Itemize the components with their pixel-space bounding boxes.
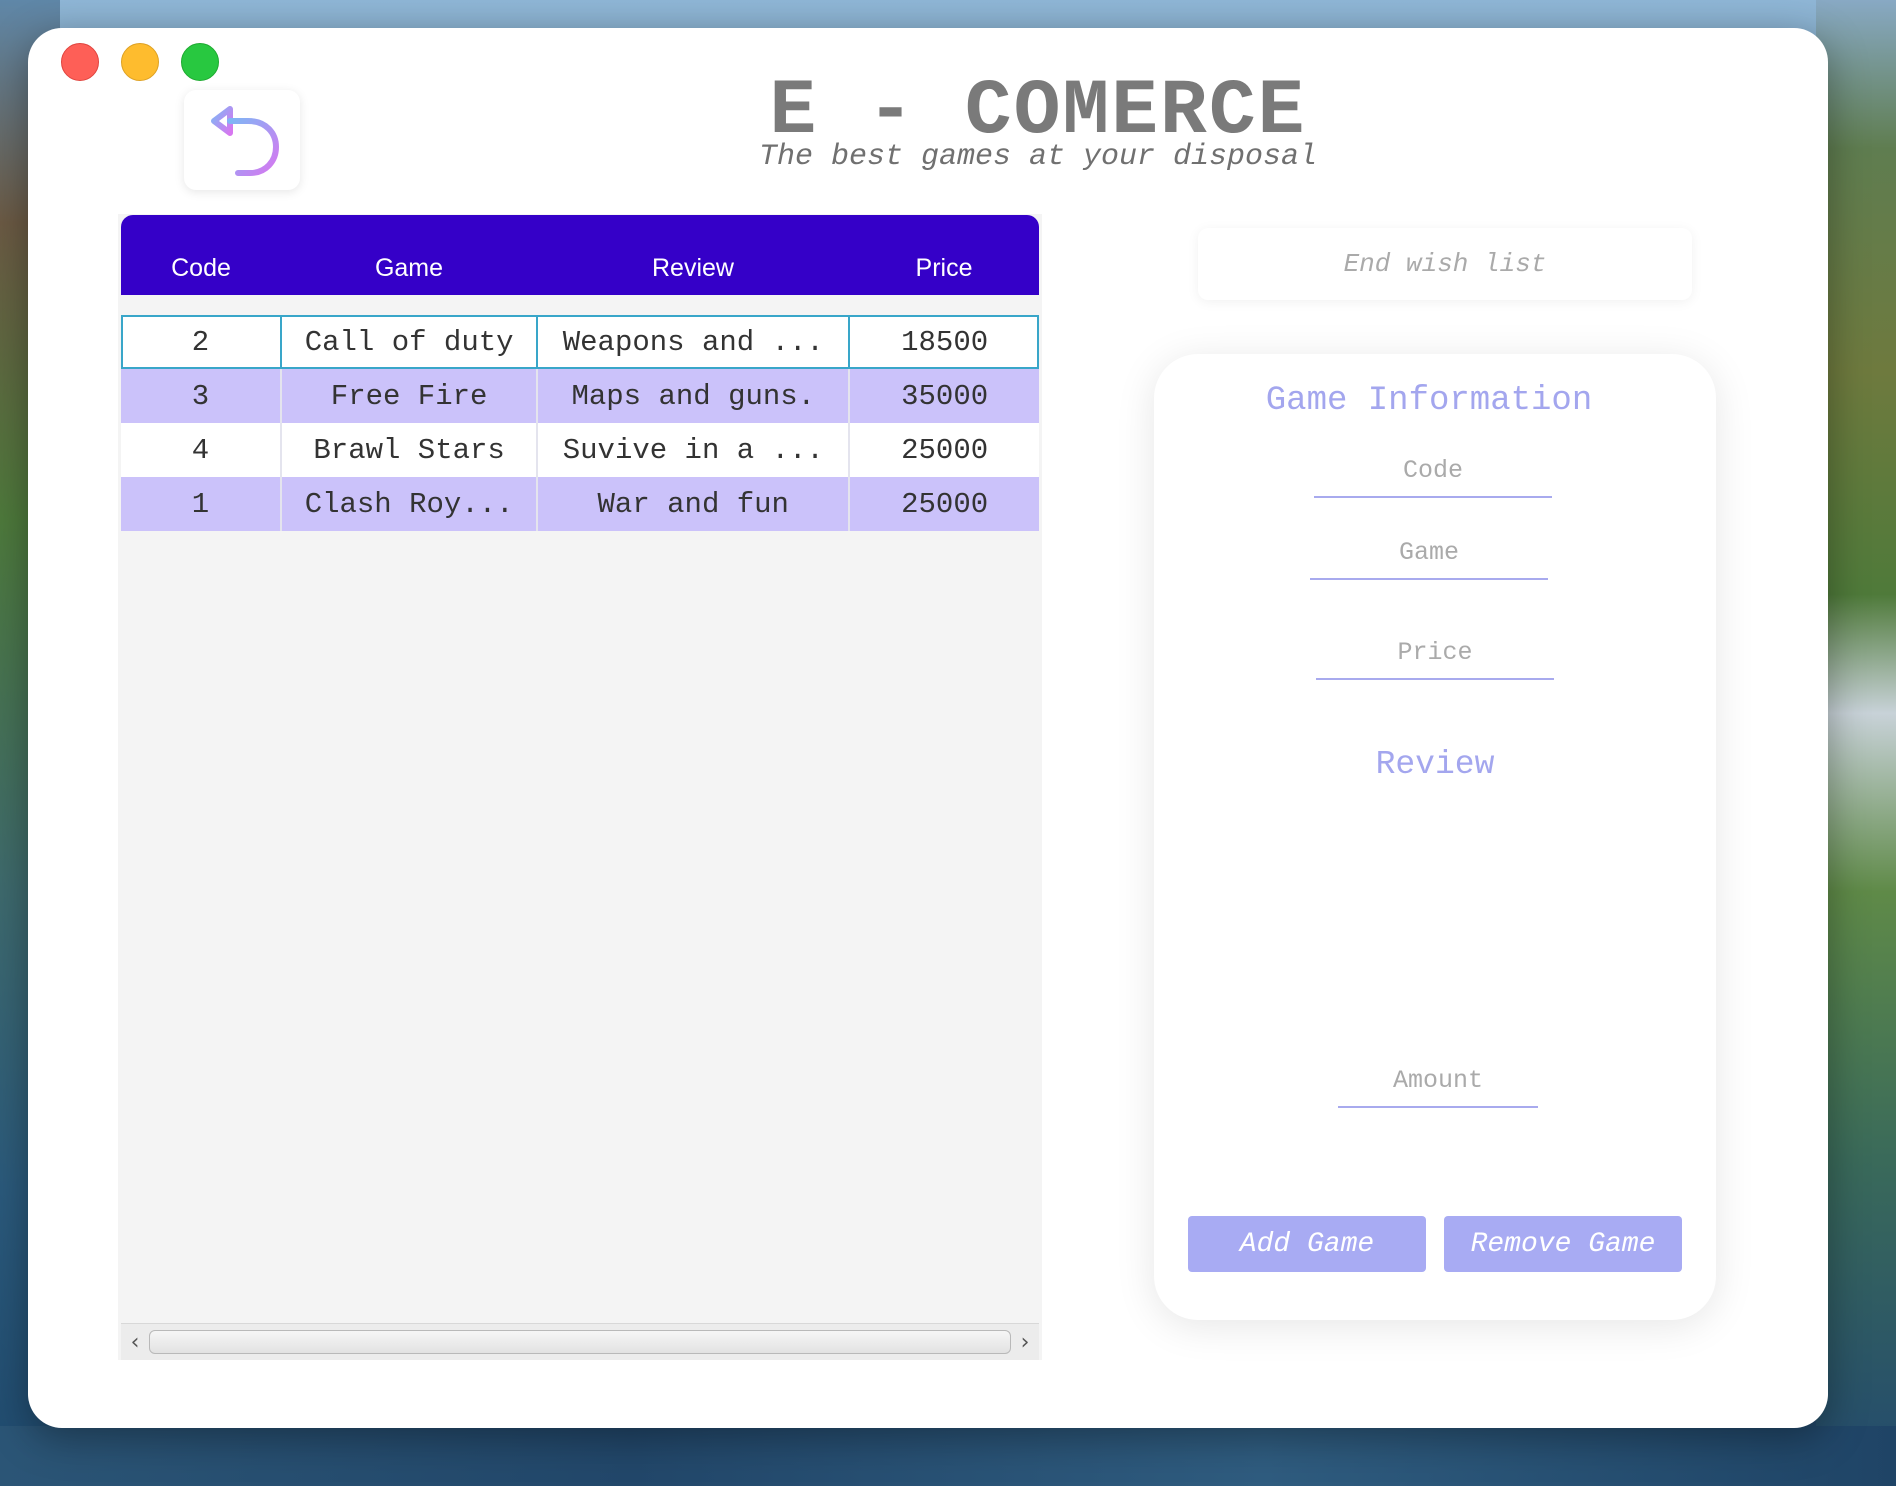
game-information-card: Game Information Code Game Price Review … [1154,354,1716,1320]
cell-code: 1 [121,477,282,531]
maximize-window-button[interactable] [181,43,219,81]
minimize-window-button[interactable] [121,43,159,81]
amount-field[interactable]: Amount [1338,1054,1538,1108]
table-row[interactable]: 4 Brawl Stars Suvive in a ... 25000 [121,423,1039,477]
back-button[interactable] [184,90,300,190]
app-window: E - COMERCE The best games at your dispo… [28,28,1828,1428]
cell-game: Call of duty [282,315,539,369]
table-row[interactable]: 2 Call of duty Weapons and ... 18500 [121,315,1039,369]
undo-arrow-icon [211,106,280,176]
cell-price: 25000 [901,487,989,521]
table-body: 2 Call of duty Weapons and ... 18500 3 F… [121,315,1039,531]
cell-price: 25000 [901,433,989,467]
cell-code: 4 [121,423,282,477]
cell-review: War and fun [538,477,851,531]
review-label: Review [1375,746,1495,783]
cell-review: Suvive in a ... [538,423,851,477]
cell-review: Weapons and ... [538,315,851,369]
table-row[interactable]: 1 Clash Roy... War and fun 25000 [121,477,1039,531]
desktop-wallpaper-bottom [0,1426,1896,1486]
horizontal-scrollbar[interactable]: ‹ › [121,1323,1039,1360]
column-header-review[interactable]: Review [537,254,849,295]
close-window-button[interactable] [61,43,99,81]
cell-game: Brawl Stars [282,423,539,477]
table-header: Code Game Review Price [121,215,1039,295]
scroll-left-icon[interactable]: ‹ [121,1330,149,1355]
add-game-button[interactable]: Add Game [1188,1216,1426,1272]
form-title: Game Information [1265,382,1593,420]
cell-price: 18500 [901,325,989,359]
page-subtitle: The best games at your disposal [758,140,1318,174]
end-wish-list-button[interactable]: End wish list [1198,228,1692,300]
remove-game-button[interactable]: Remove Game [1444,1216,1682,1272]
desktop-wallpaper-right [1816,0,1896,1486]
cell-price: 35000 [901,379,989,413]
column-header-game[interactable]: Game [281,254,537,295]
game-field[interactable]: Game [1310,526,1548,580]
price-field[interactable]: Price [1316,626,1554,680]
column-header-code[interactable]: Code [121,254,281,295]
scroll-thumb[interactable] [149,1330,1011,1354]
cell-code: 2 [121,315,282,369]
column-header-price[interactable]: Price [849,254,1039,295]
cell-game: Clash Roy... [282,477,539,531]
cell-game: Free Fire [282,369,539,423]
code-field[interactable]: Code [1314,444,1552,498]
table-row[interactable]: 3 Free Fire Maps and guns. 35000 [121,369,1039,423]
scroll-right-icon[interactable]: › [1011,1330,1039,1355]
games-table: Code Game Review Price 2 Call of duty We… [118,214,1042,1360]
cell-code: 3 [121,369,282,423]
cell-review: Maps and guns. [538,369,851,423]
